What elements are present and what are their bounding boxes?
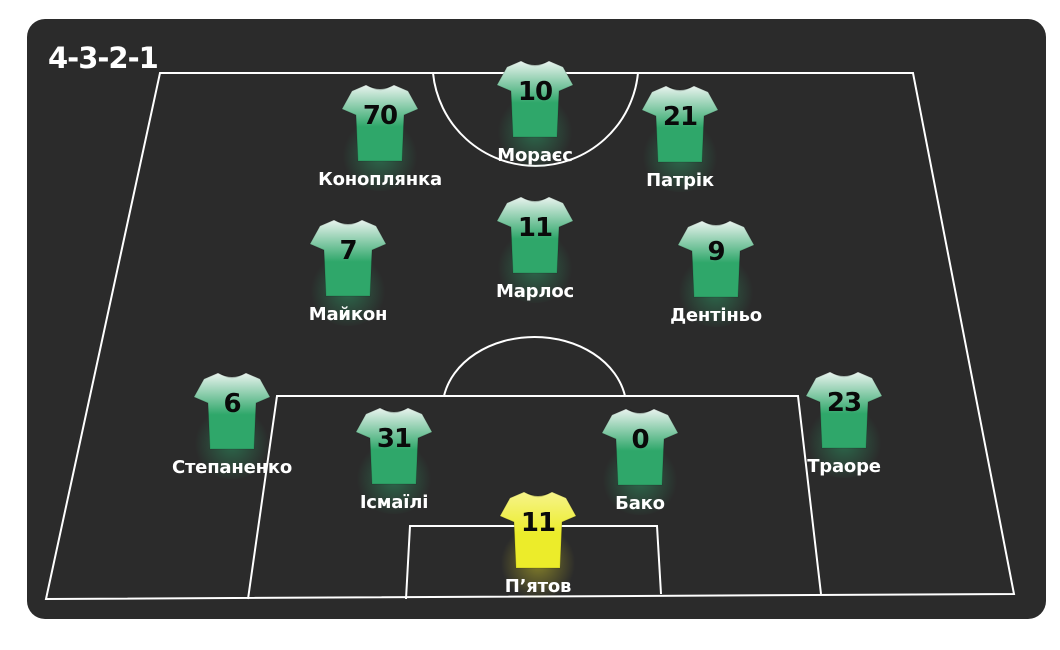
player-name: Коноплянка: [318, 169, 442, 190]
player-number: 11: [517, 213, 553, 243]
player-card[interactable]: 23 Траоре: [754, 368, 934, 528]
player-card[interactable]: 7 Майкон: [258, 216, 438, 376]
player-number: 31: [376, 424, 412, 454]
player-card[interactable]: 6 Степаненко: [142, 369, 322, 529]
player-number: 6: [223, 389, 241, 419]
lineup-board: 4-3-2-1 70 Коноплянка 10 Мораєс 21 Патрік 7 Май…: [27, 19, 1046, 619]
player-number: 0: [631, 425, 649, 455]
player-card[interactable]: 9 Дентіньо: [626, 217, 806, 377]
player-name: Патрік: [646, 170, 714, 191]
player-number: 7: [339, 236, 357, 266]
player-name: Майкон: [308, 304, 388, 325]
player-name: Марлос: [496, 281, 574, 302]
player-number: 23: [826, 388, 862, 418]
player-number: 11: [520, 508, 556, 538]
player-number: 21: [662, 102, 698, 132]
player-name: Степаненко: [171, 457, 293, 478]
player-number: 9: [707, 237, 725, 267]
player-card[interactable]: 11 Марлос: [445, 193, 625, 353]
player-name: Траоре: [807, 456, 881, 477]
goalkeeper-card[interactable]: 11 П’ятов: [448, 488, 628, 619]
player-name: Дентіньо: [670, 305, 762, 326]
formation-label: 4-3-2-1: [48, 41, 159, 75]
player-name: П’ятов: [504, 576, 572, 597]
player-number: 70: [362, 101, 398, 131]
